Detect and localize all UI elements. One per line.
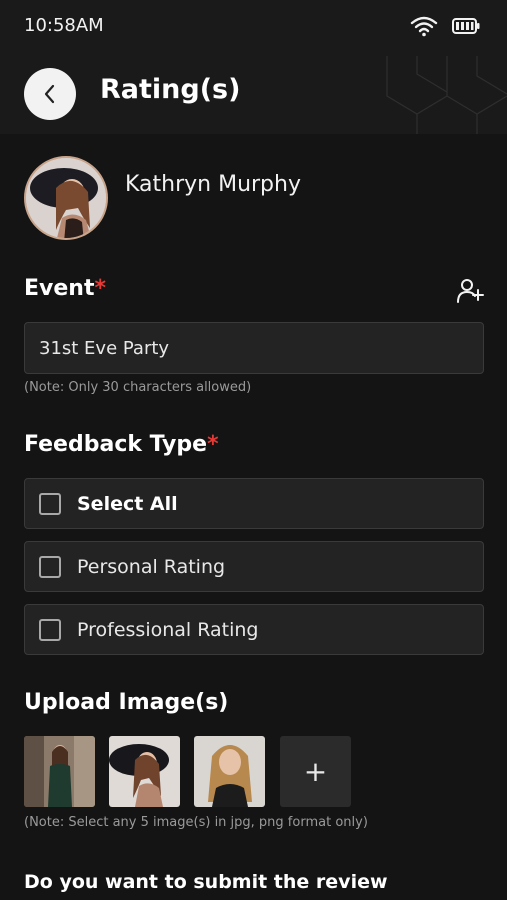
upload-images-label: Upload Image(s) [24, 690, 229, 715]
battery-icon [452, 18, 480, 34]
required-mark: * [94, 276, 106, 301]
chevron-left-icon [44, 84, 55, 104]
avatar [24, 156, 108, 240]
header-pattern [386, 56, 507, 134]
event-note: (Note: Only 30 characters allowed) [24, 380, 252, 395]
event-input[interactable]: 31st Eve Party [24, 322, 484, 374]
checkbox-personal-rating[interactable]: Personal Rating [24, 541, 484, 592]
status-bar: 10:58AM [0, 0, 507, 56]
anonymous-question: Do you want to submit the review anonymo… [24, 871, 388, 900]
event-label-text: Event [24, 276, 95, 301]
feedback-type-label: Feedback Type* [24, 432, 219, 457]
upload-note: (Note: Select any 5 image(s) in jpg, png… [24, 815, 368, 830]
uploaded-image-thumbnail[interactable] [109, 736, 180, 807]
wifi-icon [410, 16, 438, 37]
checkbox-box[interactable] [39, 492, 61, 515]
required-mark: * [207, 432, 219, 457]
feedback-type-label-text: Feedback Type [24, 432, 208, 457]
uploaded-image-thumbnail[interactable] [24, 736, 95, 807]
checkbox-box[interactable] [39, 618, 61, 641]
rating-form: Kathryn Murphy Event* 31st Eve Party (No… [0, 134, 507, 900]
checkbox-label: Personal Rating [77, 555, 226, 578]
add-image-button[interactable]: + [280, 736, 351, 807]
checkbox-select-all[interactable]: Select All [24, 478, 484, 529]
uploaded-image-thumbnail[interactable] [194, 736, 265, 807]
event-label: Event* [24, 276, 106, 301]
checkbox-label: Select All [77, 492, 178, 515]
plus-icon: + [303, 755, 328, 788]
back-button[interactable] [24, 68, 76, 120]
page-title: Rating(s) [100, 74, 241, 105]
profile-name: Kathryn Murphy [125, 172, 301, 197]
checkbox-label: Professional Rating [77, 618, 259, 641]
checkbox-professional-rating[interactable]: Professional Rating [24, 604, 484, 655]
app-header: Rating(s) [0, 56, 507, 134]
checkbox-box[interactable] [39, 555, 61, 578]
add-person-icon[interactable] [456, 277, 484, 305]
status-time: 10:58AM [24, 15, 104, 36]
